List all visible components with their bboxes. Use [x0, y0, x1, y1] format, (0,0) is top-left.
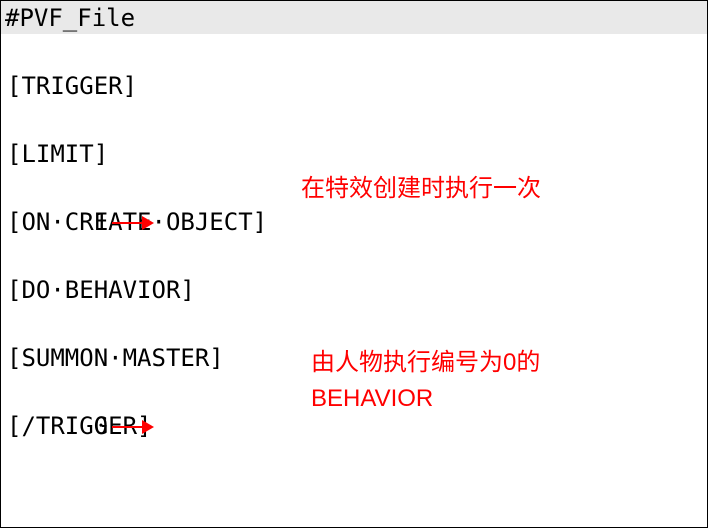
- title-bar: #PVF_File: [1, 1, 707, 35]
- title-text: #PVF_File: [5, 4, 135, 32]
- code-line: [DO·BEHAVIOR]: [7, 273, 701, 307]
- code-window: #PVF_File [TRIGGER] [LIMIT] 1 [ON·CREATE…: [0, 0, 708, 528]
- code-area: [TRIGGER] [LIMIT] 1 [ON·CREATE·OBJECT] […: [1, 35, 707, 443]
- number-literal: 0: [94, 409, 108, 443]
- code-line: [TRIGGER]: [7, 69, 701, 103]
- blank-line: [7, 307, 701, 341]
- arrow-icon: [112, 222, 152, 224]
- blank-line: [7, 35, 701, 69]
- number-literal: 1: [94, 205, 108, 239]
- arrow-icon: [112, 426, 152, 428]
- blank-line: [7, 103, 701, 137]
- blank-line: [7, 239, 701, 273]
- annotation-text: 在特效创建时执行一次: [301, 171, 541, 207]
- annotation-text: 由人物执行编号为0的BEHAVIOR: [311, 345, 591, 417]
- code-line: [LIMIT]: [7, 137, 701, 171]
